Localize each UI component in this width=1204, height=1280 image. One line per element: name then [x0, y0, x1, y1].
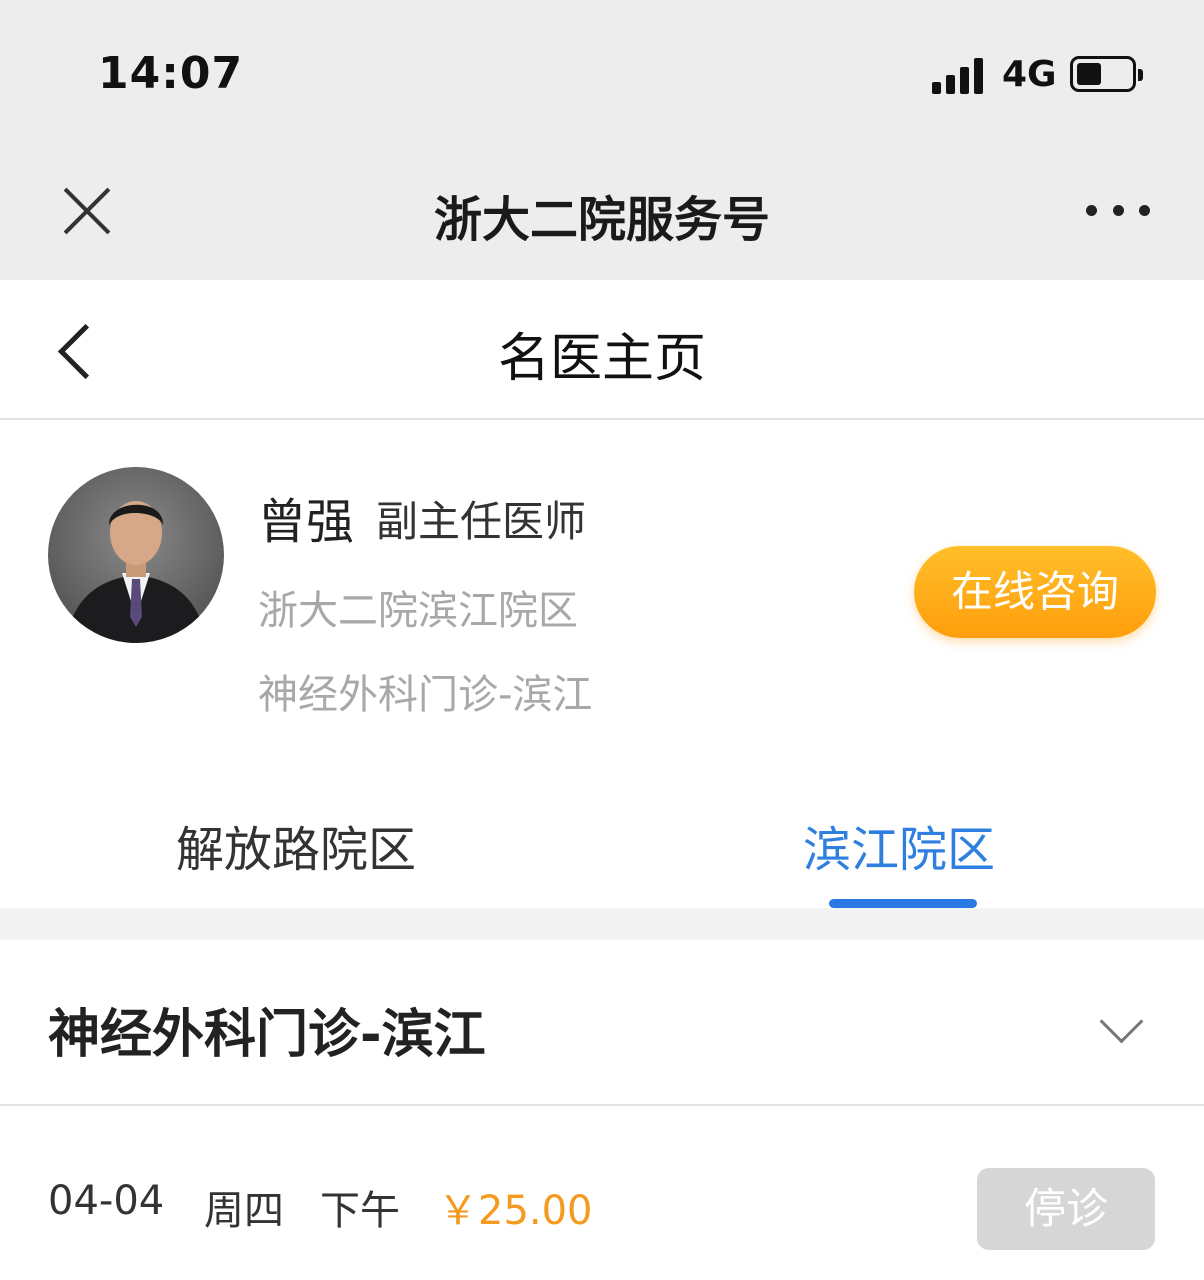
- schedule-weekday: 周四: [204, 1188, 284, 1234]
- page-title: 名医主页: [497, 329, 706, 389]
- doctor-avatar: [48, 467, 224, 643]
- schedule-row: 04-04 周四 下午 ￥25.00 停诊: [0, 1106, 1204, 1280]
- online-consult-button[interactable]: 在线咨询: [914, 546, 1156, 638]
- chevron-down-icon: [1099, 999, 1144, 1044]
- doctor-name: 曾强: [258, 494, 355, 550]
- schedule-status-button[interactable]: 停诊: [977, 1168, 1155, 1250]
- department-dropdown-label: 神经外科门诊-滨江: [48, 1005, 486, 1065]
- doctor-department: 神经外科门诊-滨江: [258, 672, 593, 718]
- network-type: 4G: [1002, 54, 1057, 95]
- department-dropdown[interactable]: 神经外科门诊-滨江: [0, 940, 1204, 1106]
- doctor-hospital: 浙大二院滨江院区: [258, 588, 578, 634]
- doctor-title: 副主任医师: [376, 497, 587, 546]
- active-tab-indicator: [829, 899, 977, 908]
- tab-binjiang-campus[interactable]: 滨江院区: [803, 810, 995, 880]
- battery-icon: [1070, 56, 1143, 92]
- schedule-price: ￥25.00: [438, 1188, 593, 1234]
- more-icon[interactable]: [1086, 198, 1150, 222]
- page-header: 名医主页: [0, 280, 1204, 420]
- schedule-period: 下午: [320, 1188, 400, 1234]
- schedule-date: 04-04: [48, 1178, 165, 1224]
- tab-jiefang-campus[interactable]: 解放路院区: [176, 810, 416, 880]
- signal-icon: [932, 58, 988, 94]
- wechat-title: 浙大二院服务号: [433, 192, 770, 248]
- status-time: 14:07: [98, 48, 244, 99]
- section-divider: [0, 908, 1204, 940]
